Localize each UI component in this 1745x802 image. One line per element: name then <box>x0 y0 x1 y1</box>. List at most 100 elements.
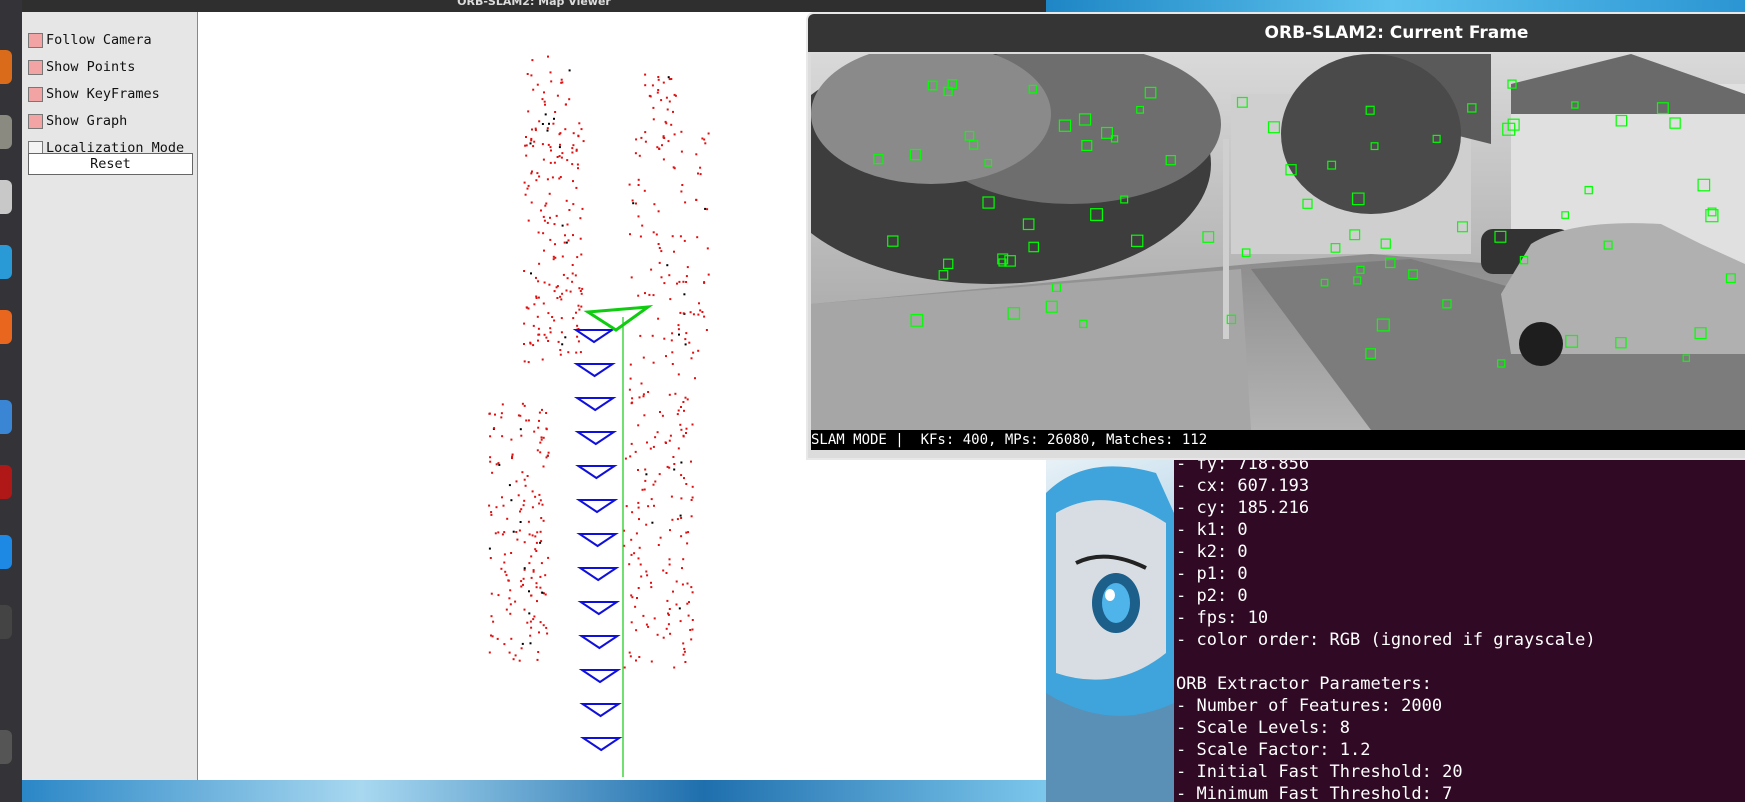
checkbox-icon[interactable] <box>28 86 43 102</box>
map-point <box>522 504 525 507</box>
desktop-wallpaper-art <box>1046 453 1174 802</box>
map-point <box>680 497 683 500</box>
firefox-dock-icon[interactable] <box>0 50 12 84</box>
map-point <box>506 517 509 520</box>
anime-character-art <box>1046 466 1174 802</box>
map-point <box>529 620 532 623</box>
terminal-dock-icon[interactable] <box>0 605 12 639</box>
terminal-line: - p1: 0 <box>1176 564 1248 584</box>
map-point <box>637 557 640 560</box>
current-frame-window[interactable]: ORB-SLAM2: Current Frame SLAM MODE | KFs… <box>808 14 1745 458</box>
map-point <box>565 241 568 244</box>
reset-button[interactable]: Reset <box>28 153 193 175</box>
map-point <box>495 463 498 466</box>
terminal-line: - Initial Fast Threshold: 20 <box>1176 762 1463 782</box>
map-point <box>572 317 575 320</box>
map-point <box>644 131 647 134</box>
help-dock-icon[interactable] <box>0 400 12 434</box>
map-point <box>695 199 698 201</box>
map-point <box>498 463 501 466</box>
map-point <box>670 495 673 498</box>
map-point <box>530 139 533 142</box>
map-point <box>530 626 533 629</box>
map-point <box>529 634 532 637</box>
map-point <box>556 285 559 288</box>
map-point <box>527 110 530 113</box>
follow-camera-checkbox[interactable]: Follow Camera <box>28 29 152 51</box>
map-point <box>696 236 699 239</box>
map-point <box>576 256 579 259</box>
map-point <box>571 272 574 275</box>
files-dock-icon[interactable] <box>0 115 12 149</box>
map-point <box>547 556 550 559</box>
map-point <box>515 480 518 483</box>
map-point <box>662 81 665 84</box>
office-dock-icon[interactable] <box>0 465 12 499</box>
map-point <box>540 540 543 543</box>
map-point <box>579 217 582 220</box>
checkbox-label: Show Points <box>46 59 136 75</box>
map-point <box>565 289 568 292</box>
map-point <box>652 483 655 486</box>
show-points-checkbox[interactable]: Show Points <box>28 56 135 78</box>
map-point <box>685 332 688 335</box>
map-viewer-titlebar: ORB-SLAM2: Map Viewer <box>22 0 1046 12</box>
map-point <box>641 488 644 491</box>
map-point <box>672 110 674 113</box>
map-point <box>532 344 535 347</box>
show-apps-dock-icon[interactable] <box>0 730 12 764</box>
map-point <box>567 239 570 242</box>
map-point <box>684 396 687 399</box>
checkbox-icon[interactable] <box>28 113 43 129</box>
map-point <box>550 80 553 83</box>
software-dock-icon[interactable] <box>0 310 12 344</box>
map-point <box>628 651 631 654</box>
map-point <box>690 357 693 360</box>
map-point <box>490 513 493 516</box>
map-point <box>536 658 539 661</box>
map-point <box>549 216 551 219</box>
map-point <box>654 436 657 439</box>
map-point <box>550 149 552 152</box>
code-dock-icon[interactable] <box>0 535 12 569</box>
map-point <box>697 172 699 175</box>
map-point <box>530 576 533 579</box>
terminal-window[interactable]: - fy: 718.856 - cx: 607.193 - cy: 185.21… <box>1174 453 1745 802</box>
map-point <box>541 358 544 361</box>
map-point <box>638 154 641 157</box>
map-point <box>488 412 491 415</box>
store-dock-icon[interactable] <box>0 245 12 279</box>
map-point <box>504 570 507 573</box>
terminal-line: - color order: RGB (ignored if grayscale… <box>1176 630 1596 650</box>
map-point <box>539 586 542 589</box>
map-point <box>685 483 688 485</box>
map-point <box>575 149 578 152</box>
map-point <box>668 393 671 396</box>
map-point <box>631 511 634 514</box>
map-point <box>658 148 661 150</box>
current-frame-titlebar[interactable]: ORB-SLAM2: Current Frame <box>808 14 1745 52</box>
map-point <box>577 134 580 137</box>
map-point <box>521 471 524 474</box>
map-point <box>538 631 540 634</box>
map-point <box>542 436 545 439</box>
map-point <box>561 343 564 346</box>
show-keyframes-checkbox[interactable]: Show KeyFrames <box>28 83 160 105</box>
checkbox-icon[interactable] <box>28 59 43 75</box>
map-point <box>508 651 511 654</box>
map-point <box>503 553 506 556</box>
map-point <box>540 209 542 212</box>
map-point <box>663 337 666 340</box>
map-point <box>502 504 505 507</box>
map-point <box>643 189 646 192</box>
checkbox-label: Show Graph <box>46 113 128 129</box>
checkbox-icon[interactable] <box>28 32 43 48</box>
map-point <box>667 623 670 626</box>
map-point <box>685 432 687 434</box>
map-point <box>668 563 671 566</box>
map-point <box>707 132 710 135</box>
show-graph-checkbox[interactable]: Show Graph <box>28 110 127 132</box>
terminal-line: - k1: 0 <box>1176 520 1248 540</box>
apps-dock-icon[interactable] <box>0 180 12 214</box>
map-point <box>579 237 582 240</box>
